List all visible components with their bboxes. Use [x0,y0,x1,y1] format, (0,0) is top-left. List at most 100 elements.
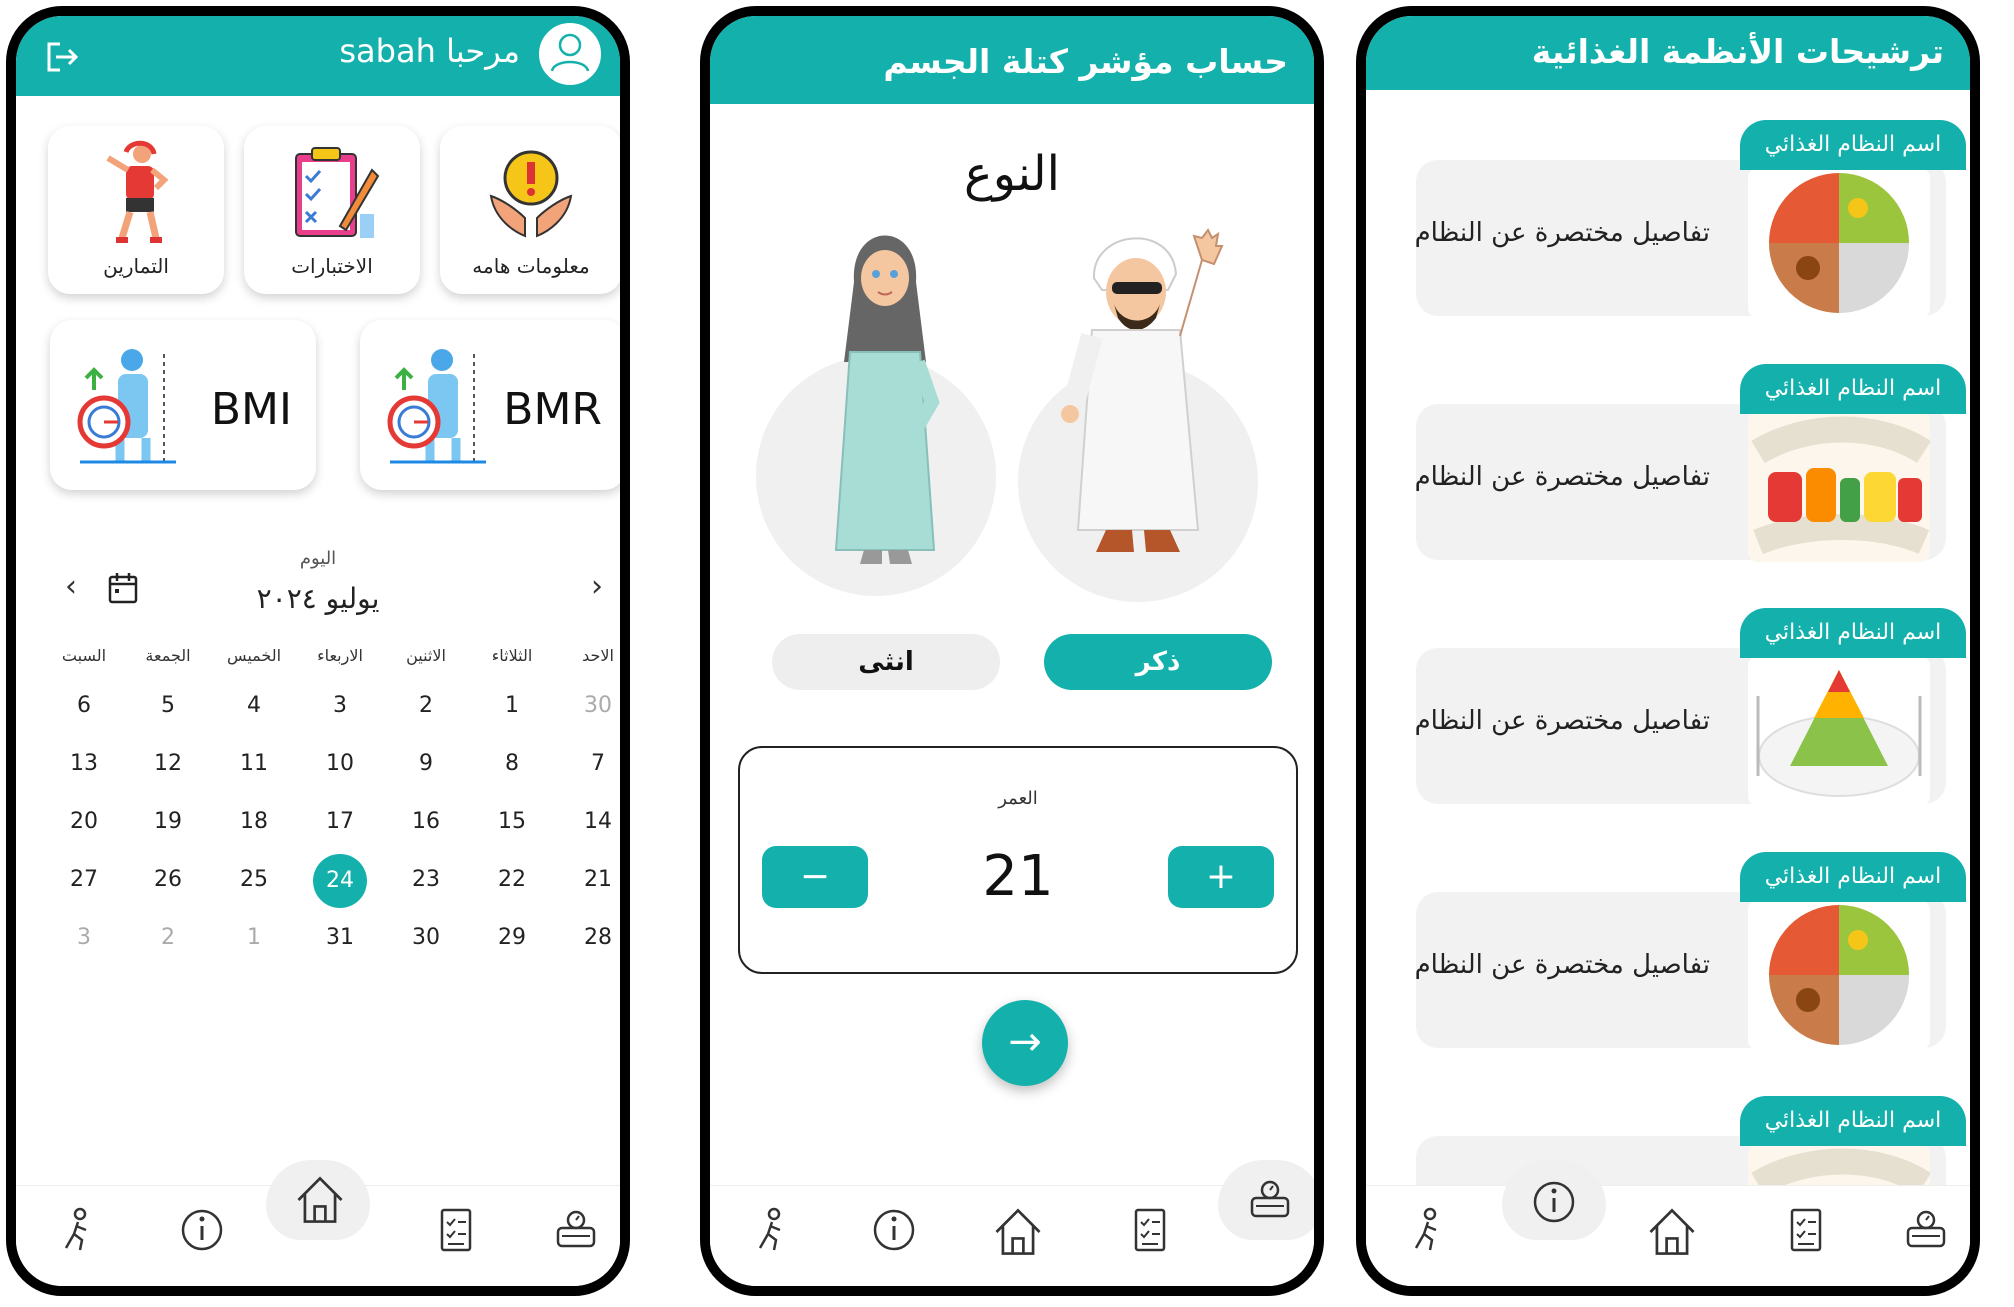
body-measure-icon [77,349,176,464]
diet-card[interactable]: تفاصيل مختصرة عن النظام [1415,160,1946,318]
calendar-day-number: 30 [584,693,612,718]
user-icon [550,33,590,72]
calendar-day[interactable]: 29 [470,912,554,964]
calendar-day[interactable]: 30 [556,680,620,732]
bmr-label: BMR [503,384,602,435]
body-measure-icon [387,349,486,464]
age-increment-button[interactable]: + [1168,846,1274,908]
info-icon[interactable] [1528,1176,1580,1228]
exercise-icon[interactable] [52,1204,104,1256]
tests-card[interactable]: الاختبارات [244,126,420,294]
calendar-day[interactable]: 30 [384,912,468,964]
calendar-day[interactable]: 25 [212,854,296,906]
weekday-label: الاحد [582,646,614,665]
weekday-label: الاربعاء [317,646,363,665]
calendar-day[interactable]: 14 [556,796,620,848]
calendar-day[interactable]: 20 [42,796,126,848]
calendar-day[interactable]: 26 [126,854,210,906]
male-button[interactable]: ذكر [1044,634,1272,690]
calendar-day[interactable]: 5 [126,680,210,732]
bmi-card[interactable]: BMI [50,320,316,490]
diet-item[interactable]: تفاصيل مختصرة عن النظام اسم النظام الغذائ… [1415,364,1966,564]
diet-description: تفاصيل مختصرة عن النظام [1414,950,1710,980]
calendar-day[interactable]: 10 [298,738,382,790]
home-icon[interactable] [292,1172,348,1228]
diet-card[interactable]: تفاصيل مختصرة عن النظام [1415,404,1946,562]
calendar-day[interactable]: 2 [384,680,468,732]
calendar-day[interactable]: 16 [384,796,468,848]
test-report-icon[interactable] [430,1204,482,1256]
diet-item[interactable]: تفاصيل مختصرة عن النظام اسم النظام الغذائ… [1415,608,1966,808]
diet-item[interactable]: تفاصيل مختصرة عن النظام اسم النظام الغذائ… [1414,852,1966,1052]
calendar-day[interactable]: 19 [126,796,210,848]
next-button[interactable]: → [982,1000,1068,1086]
calendar-day[interactable]: 3 [298,680,382,732]
calendar-day-number: 13 [70,751,98,776]
male-avatar-image[interactable] [1052,200,1232,570]
calendar-day[interactable]: 31 [298,912,382,964]
calendar-day[interactable]: 1 [470,680,554,732]
calendar-day[interactable]: 6 [42,680,126,732]
diet-card[interactable]: تفاصيل مختصرة عن النظام [1415,648,1946,806]
exercise-icon[interactable] [746,1204,798,1256]
bmr-card[interactable]: BMR [360,320,620,490]
calendar-icon[interactable] [108,572,138,604]
calendar-day-number: 23 [412,867,440,892]
greeting-text: مرحبا [446,32,520,70]
calendar-day-number: 11 [240,751,268,776]
calendar-day-number: 24 [313,854,367,908]
scale-icon[interactable] [1900,1204,1952,1256]
calendar-day-number: 28 [584,925,612,950]
calendar-day[interactable]: 4 [212,680,296,732]
calendar-day[interactable]: 2 [126,912,210,964]
calendar-day[interactable]: 27 [42,854,126,906]
calendar-day[interactable]: 11 [212,738,296,790]
calendar-day-number: 19 [154,809,182,834]
calendar-day[interactable]: 13 [42,738,126,790]
home-icon[interactable] [1644,1204,1700,1260]
calendar-day[interactable]: 7 [556,738,620,790]
calendar-day[interactable]: 18 [212,796,296,848]
food-plate-image [1748,900,1930,1050]
calendar-day[interactable]: 17 [298,796,382,848]
calendar-day-number: 1 [247,925,261,950]
test-report-icon[interactable] [1780,1204,1832,1256]
exercises-card[interactable]: التمارين [48,126,224,294]
age-decrement-button[interactable]: − [762,846,868,908]
calendar-day-number: 2 [161,925,175,950]
logout-icon[interactable] [46,42,80,72]
weekday-label: الثلاثاء [491,646,533,665]
exercise-icon[interactable] [1402,1204,1454,1256]
calendar-day-number: 15 [498,809,526,834]
calendar-day[interactable]: 12 [126,738,210,790]
user-name: sabah [339,32,436,70]
scale-icon[interactable] [550,1204,602,1256]
chevron-right-icon[interactable]: › [582,572,612,602]
calendar-day[interactable]: 9 [384,738,468,790]
diet-item[interactable]: تفاصيل مختصرة عن النظام اسم النظام الغذائ… [1415,120,1966,320]
calendar-day[interactable]: 1 [212,912,296,964]
calendar-day[interactable]: 24 [298,854,382,908]
chevron-left-icon[interactable]: ‹ [56,572,86,602]
info-icon[interactable] [176,1204,228,1256]
female-button[interactable]: انثى [772,634,1000,690]
scale-icon[interactable] [1244,1174,1296,1226]
calendar-day-number: 31 [326,925,354,950]
calendar-day[interactable]: 28 [556,912,620,964]
calendar-day-number: 30 [412,925,440,950]
calendar-day[interactable]: 3 [42,912,126,964]
calendar-day[interactable]: 15 [470,796,554,848]
info-icon[interactable] [868,1204,920,1256]
calendar-day[interactable]: 22 [470,854,554,906]
avatar[interactable] [536,20,604,88]
female-avatar-image[interactable] [820,212,950,572]
diet-card[interactable]: تفاصيل مختصرة عن النظام [1414,892,1946,1050]
calendar-day[interactable]: 21 [556,854,620,906]
calendar-day[interactable]: 23 [384,854,468,906]
important-info-card[interactable]: معلومات هامه [440,126,620,294]
calendar-day-number: 10 [326,751,354,776]
calendar-day[interactable]: 8 [470,738,554,790]
home-icon[interactable] [990,1204,1046,1260]
test-report-icon[interactable] [1124,1204,1176,1256]
calendar-day-number: 3 [77,925,91,950]
